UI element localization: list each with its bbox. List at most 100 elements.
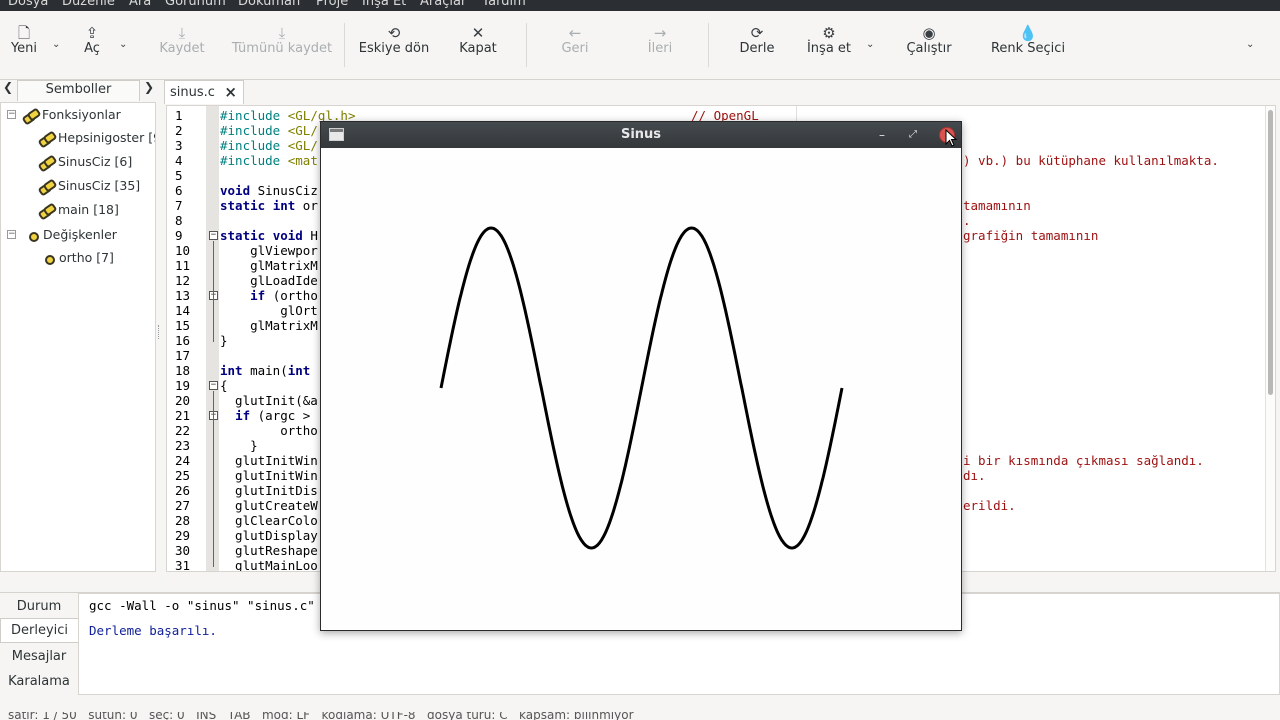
compiler-result-line: Derleme başarılı.: [89, 623, 217, 638]
open-dropdown-chevron-icon[interactable]: ⌄: [119, 39, 127, 50]
line-number: 23: [175, 438, 191, 453]
line-number: 29: [175, 528, 191, 543]
tab-compiler[interactable]: Derleyici: [0, 618, 78, 643]
line-number: 27: [175, 498, 191, 513]
code-line: glutInitWin: [220, 468, 318, 483]
maximize-window-icon[interactable]: ⤢: [903, 125, 923, 145]
save-button[interactable]: ⤓ Kaydet: [154, 11, 210, 80]
tree-item-hepsinigoster[interactable]: Hepsinigoster [9]: [39, 130, 155, 150]
gear-icon: ⚙: [822, 24, 836, 42]
line-number: 20: [175, 393, 191, 408]
arrow-left-icon: ←: [568, 24, 582, 42]
function-icon: [39, 182, 54, 192]
code-line: glutMainLoo: [220, 558, 318, 572]
pane-splitter-handle[interactable]: [158, 325, 160, 339]
fold-toggle-icon[interactable]: −: [209, 231, 218, 240]
code-comment: i bir kısmında çıkması sağlandı.: [963, 453, 1204, 468]
menu-item[interactable]: Doküman: [238, 0, 300, 9]
tab-sinus-c[interactable]: sinus.c ×: [164, 80, 244, 104]
toolbar-separator: [708, 23, 709, 67]
menu-item[interactable]: Düzenle: [62, 0, 115, 9]
compile-button[interactable]: ⟳ Derle: [736, 11, 778, 80]
collapse-icon[interactable]: −: [7, 110, 16, 119]
tree-item-ortho[interactable]: ortho [7]: [43, 250, 114, 270]
menu-item[interactable]: Dosya: [8, 0, 48, 9]
close-tab-icon[interactable]: ×: [224, 83, 237, 101]
symbols-sidebar: ❮ Semboller ❯ − Fonksiyonlar Hepsinigost…: [0, 80, 160, 588]
line-number: 1: [175, 108, 183, 123]
fold-toggle-icon[interactable]: −: [209, 381, 218, 390]
code-line: if (argc >: [235, 408, 318, 423]
menu-item[interactable]: Görünüm: [165, 0, 226, 9]
tab-scratch[interactable]: Karalama: [0, 670, 78, 695]
code-line: glLoadIde: [220, 273, 318, 288]
function-icon: [23, 111, 38, 121]
code-comment: .: [963, 213, 971, 228]
code-line: static void H: [220, 228, 318, 243]
sinus-window[interactable]: Sinus – ⤢: [320, 121, 962, 631]
line-number: 15: [175, 318, 191, 333]
menu-item[interactable]: İnşa Et: [362, 0, 406, 9]
new-button[interactable]: 🗋 Yeni: [6, 11, 42, 80]
build-button[interactable]: ⚙ İnşa et: [802, 11, 856, 80]
line-number: 26: [175, 483, 191, 498]
line-number: 17: [175, 348, 191, 363]
code-line: glViewpor: [220, 243, 318, 258]
close-button[interactable]: ✕ Kapat: [454, 11, 502, 80]
tab-symbols[interactable]: Semboller: [17, 80, 140, 101]
refresh-icon: ⟳: [750, 24, 764, 42]
line-number: 10: [175, 243, 191, 258]
tree-item-main[interactable]: main [18]: [39, 202, 119, 222]
code-line: #include <GL/: [220, 123, 318, 138]
window-titlebar[interactable]: Sinus – ⤢: [321, 122, 961, 148]
menu-item[interactable]: Araçlar: [420, 0, 466, 9]
tab-status[interactable]: Durum: [0, 595, 78, 620]
build-dropdown-chevron-icon[interactable]: ⌄: [866, 39, 874, 50]
code-line: ortho: [220, 423, 318, 438]
window-title: Sinus: [620, 127, 662, 142]
open-button[interactable]: ⇪ Aç: [74, 11, 110, 80]
toolbar-overflow-chevron-icon[interactable]: ⌄: [1246, 39, 1254, 50]
line-number: 6: [175, 183, 183, 198]
compiler-command-line: gcc -Wall -o "sinus" "sinus.c" -l: [89, 598, 338, 613]
variable-icon: [43, 254, 55, 265]
status-bar: satır: 1 / 50 sütun: 0 seç: 0 INS TAB mo…: [0, 712, 1280, 720]
color-picker-button[interactable]: 💧 Renk Seçici: [988, 11, 1068, 80]
run-button[interactable]: ◉ Çalıştır: [900, 11, 958, 80]
menu-item[interactable]: Ara: [129, 0, 151, 9]
line-number: 9: [175, 228, 183, 243]
line-number: 31: [175, 558, 191, 572]
sidebar-prev-tab-icon[interactable]: ❮: [3, 80, 17, 94]
save-all-button[interactable]: ⤓ Tümünü kaydet: [228, 11, 336, 80]
line-number: 21: [175, 408, 191, 423]
minimize-window-icon[interactable]: –: [872, 125, 892, 145]
collapse-icon[interactable]: −: [7, 230, 16, 239]
tree-item-sinusciz-35[interactable]: SinusCiz [35]: [39, 178, 140, 198]
code-comment: grafiğin tamamının: [963, 228, 1099, 243]
symbols-tree: − Fonksiyonlar Hepsinigoster [9] SinusCi…: [0, 102, 156, 572]
line-number: 11: [175, 258, 191, 273]
revert-button[interactable]: ⟲ Eskiye dön: [354, 11, 434, 80]
code-line: if (ortho: [250, 288, 318, 303]
code-line: glutInitWin: [220, 453, 318, 468]
variable-icon: [27, 231, 39, 242]
line-number: 13: [175, 288, 191, 303]
tree-item-sinusciz-6[interactable]: SinusCiz [6]: [39, 154, 132, 174]
code-line: #include <GL/: [220, 138, 318, 153]
line-number: 30: [175, 543, 191, 558]
code-line: #include <mat: [220, 153, 318, 168]
editor-vertical-scrollbar[interactable]: [1268, 110, 1273, 395]
line-number: 4: [175, 153, 183, 168]
save-all-icon: ⤓: [278, 24, 286, 42]
line-number: 14: [175, 303, 191, 318]
menu-item[interactable]: Proje: [316, 0, 348, 9]
sidebar-next-tab-icon[interactable]: ❯: [144, 80, 158, 94]
toolbar: 🗋 Yeni ⌄ ⇪ Aç ⌄ ⤓ Kaydet ⤓ Tümünü kaydet…: [0, 11, 1280, 80]
menu-item[interactable]: Yardım: [482, 0, 526, 9]
tab-messages[interactable]: Mesajlar: [0, 645, 78, 670]
forward-button[interactable]: → İleri: [640, 11, 680, 80]
new-dropdown-chevron-icon[interactable]: ⌄: [52, 39, 60, 50]
back-button[interactable]: ← Geri: [556, 11, 594, 80]
code-line: glOrt: [220, 303, 318, 318]
code-line: glMatrixM: [220, 258, 318, 273]
